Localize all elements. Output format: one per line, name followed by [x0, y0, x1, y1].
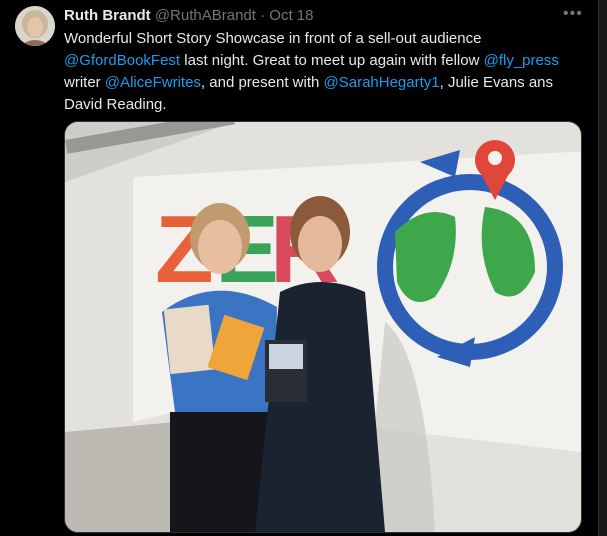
tweet-photo[interactable]: Z E R [64, 121, 582, 533]
timestamp[interactable]: Oct 18 [269, 7, 313, 24]
mention-sarahhegarty1[interactable]: @SarahHegarty1 [324, 74, 440, 91]
tweet-text-part: Wonderful Short Story Showcase in front … [64, 30, 482, 47]
author-name[interactable]: Ruth Brandt [64, 7, 151, 24]
book-1 [163, 304, 216, 375]
tweet-text-part: , Julie Evans ans [439, 74, 554, 91]
tweet-text-part: David Reading. [64, 96, 167, 113]
avatar-image [15, 6, 55, 46]
avatar[interactable] [15, 6, 55, 46]
tweet-text-part: , and present with [200, 74, 324, 91]
tweet-header: Ruth Brandt @RuthABrandt · Oct 18 [64, 6, 313, 26]
mention-fly-press[interactable]: @fly_press [484, 52, 559, 69]
mention-gfordbookfest[interactable]: @GfordBookFest [64, 52, 180, 69]
more-options-icon[interactable]: ••• [563, 6, 582, 24]
header-separator: · [260, 7, 266, 24]
photo-scene: Z E R [65, 122, 581, 532]
tweet-text-part: last night. Great to meet up again with … [180, 52, 484, 69]
author-handle[interactable]: @RuthABrandt [155, 7, 256, 24]
scrollbar-track[interactable] [598, 0, 607, 536]
tweet-text-part: writer [64, 74, 105, 91]
tweet-text: Wonderful Short Story Showcase in front … [64, 28, 580, 116]
mention-alicefwrites[interactable]: @AliceFwrites [105, 74, 201, 91]
